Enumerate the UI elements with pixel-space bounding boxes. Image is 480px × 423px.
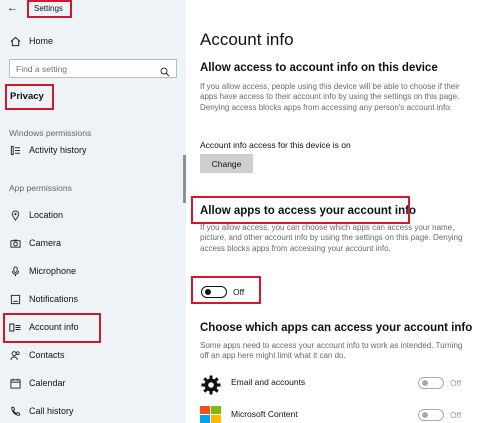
windows-permissions-label: Windows permissions [9,128,92,138]
back-arrow-icon[interactable]: ← [7,2,18,14]
sidebar-item-label: Microphone [29,266,77,276]
contacts-icon [9,349,21,361]
search-box[interactable] [9,59,177,78]
app-name-microsoft-content: Microsoft Content [231,409,298,419]
activity-history-icon [9,144,21,156]
home-label: Home [29,36,54,46]
sidebar-item-label: Camera [29,238,62,248]
home-icon [9,35,21,47]
sidebar-item-microphone[interactable]: Microphone [9,263,76,279]
microsoft-content-toggle[interactable] [418,409,444,421]
app-name-email-accounts: Email and accounts [231,377,306,387]
sidebar-item-label: Contacts [29,350,65,360]
email-accounts-toggle-state: Off [450,378,462,388]
sidebar-item-label: Notifications [29,294,79,304]
app-permissions-label: App permissions [9,183,72,193]
toggle-knob [421,379,428,386]
activity-history-label: Activity history [29,145,87,155]
page-title: Account info [200,30,294,49]
location-icon [9,209,21,221]
sidebar-item-label: Calendar [29,378,66,388]
email-accounts-toggle[interactable] [418,377,444,389]
sidebar-item-location[interactable]: Location [9,207,63,223]
sidebar: ← Settings Home Privacy Windows permissi… [0,0,186,423]
device-access-status: Account info access for this device is o… [200,140,351,150]
toggle-knob [421,411,428,418]
toggle-highlight-box [191,276,261,304]
search-icon[interactable] [160,64,170,82]
account-info-highlight-box [3,313,101,343]
sidebar-item-home[interactable]: Home [9,33,53,49]
section-heading-device-access: Allow access to account info on this dev… [200,62,438,74]
section-description-app-access: If you allow access, you can choose whic… [200,223,463,253]
settings-highlight-box [27,0,72,18]
call-history-icon [9,405,21,417]
calendar-icon [9,377,21,389]
sidebar-item-camera[interactable]: Camera [9,235,61,251]
sidebar-item-call-history[interactable]: Call history [9,403,74,419]
search-input[interactable] [16,63,156,75]
change-button[interactable]: Change [200,154,253,173]
microsoft-logo-icon [200,404,222,423]
sidebar-item-activity-history[interactable]: Activity history [9,142,87,158]
privacy-highlight-box [5,84,54,110]
sidebar-item-calendar[interactable]: Calendar [9,375,66,391]
microsoft-content-toggle-state: Off [450,410,462,420]
sidebar-item-label: Call history [29,406,74,416]
gear-icon [200,374,222,396]
microphone-icon [9,265,21,277]
camera-icon [9,237,21,249]
notifications-icon [9,293,21,305]
sidebar-item-label: Location [29,210,64,220]
section-description-device-access: If you allow access, people using this d… [200,82,460,112]
main-content: Account info Allow access to account inf… [186,0,480,423]
section-heading-choose-apps: Choose which apps can access your accoun… [200,322,473,334]
sidebar-item-notifications[interactable]: Notifications [9,291,78,307]
sidebar-item-contacts[interactable]: Contacts [9,347,65,363]
section-description-choose-apps: Some apps need to access your account in… [200,341,463,361]
app-access-highlight-box [191,196,410,224]
